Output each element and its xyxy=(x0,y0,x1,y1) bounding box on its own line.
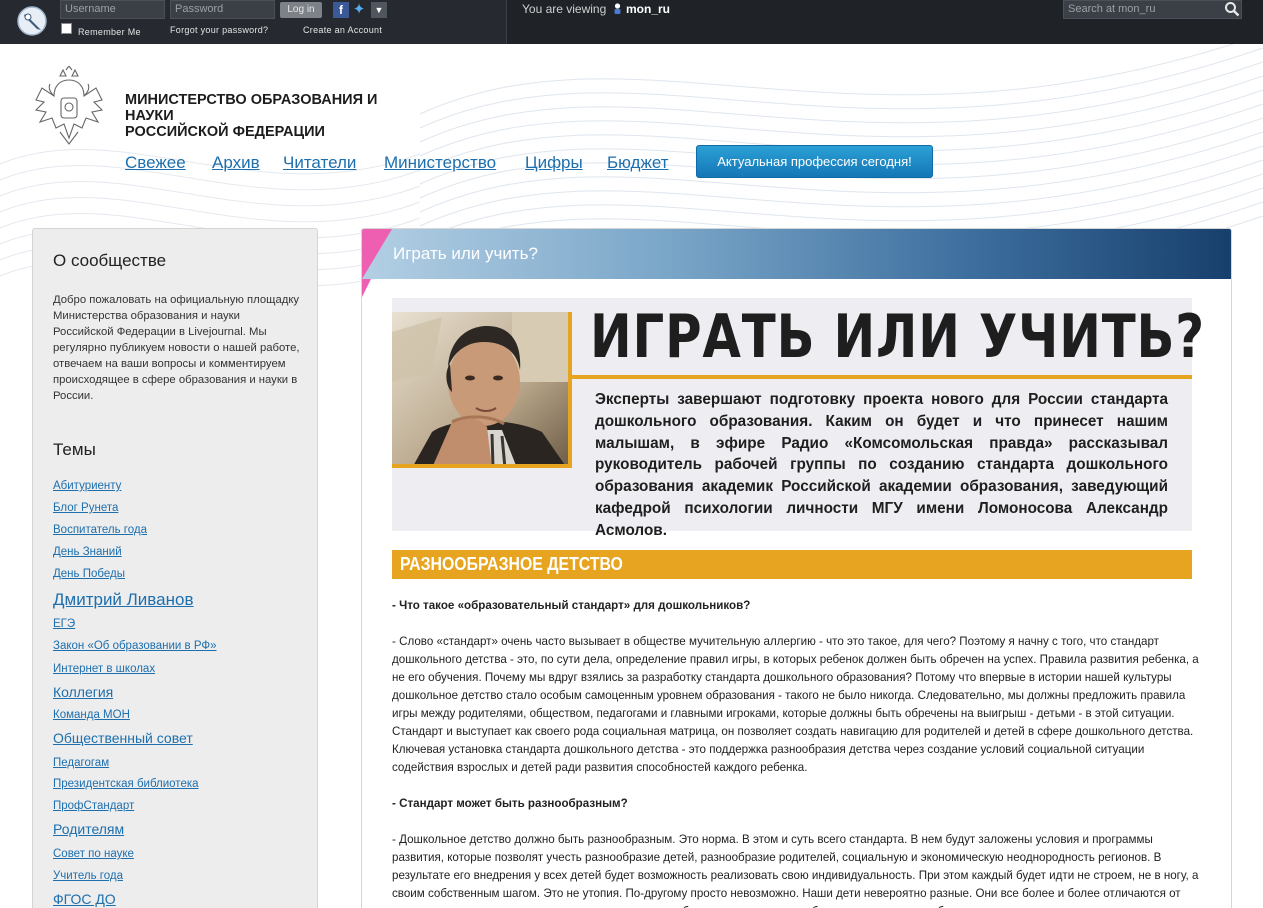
article-title[interactable]: Играть или учить? xyxy=(393,244,538,264)
article-panel: Играть или учить? ИГРАТЬ ИЛИ УЧИТЬ? Эксп… xyxy=(361,228,1232,908)
promo-button[interactable]: Актуальная профессия сегодня! xyxy=(696,145,933,178)
article-lead: Эксперты завершают подготовку проекта но… xyxy=(595,391,1168,539)
login-button[interactable]: Log in xyxy=(280,2,322,18)
create-account-link[interactable]: Create an Account xyxy=(303,25,382,35)
viewing-user[interactable]: mon_ru xyxy=(613,2,670,16)
viewing-text: You are viewing mon_ru xyxy=(522,2,670,16)
nav-fresh[interactable]: Свежее xyxy=(125,153,186,173)
topic-link[interactable]: Педагогам xyxy=(53,757,109,769)
password-input[interactable]: Password xyxy=(170,0,275,19)
remember-label: Remember Me xyxy=(78,27,141,37)
topic-link[interactable]: День Победы xyxy=(53,568,125,580)
article-banner: ИГРАТЬ ИЛИ УЧИТЬ? Эксперты завершают под… xyxy=(392,298,1204,539)
ministry-title[interactable]: МИНИСТЕРСТВО ОБРАЗОВАНИЯ И НАУКИ РОССИЙС… xyxy=(125,92,425,140)
username-input[interactable]: Username xyxy=(60,0,165,19)
background-wave-line xyxy=(0,165,421,191)
user-icon xyxy=(614,3,621,14)
search-input[interactable]: Search at mon_ru xyxy=(1063,0,1242,19)
topic-link[interactable]: Воспитатель года xyxy=(53,524,147,536)
topic-link[interactable]: Учитель года xyxy=(53,870,123,882)
background-wave-line xyxy=(419,61,1263,143)
article-question: - Что такое «образовательный стандарт» д… xyxy=(392,599,751,612)
background-wave-line xyxy=(0,197,421,223)
article-body: - Что такое «образовательный стандарт» д… xyxy=(392,597,1200,908)
article-header: Играть или учить? xyxy=(362,229,1231,279)
topic-link[interactable]: ФГОС ДО xyxy=(53,891,116,907)
background-wave-line xyxy=(419,44,1235,115)
topic-link[interactable]: Общественный совет xyxy=(53,730,193,746)
topic-link[interactable]: Абитуриенту xyxy=(53,480,121,492)
article-answer: - Дошкольное детство должно быть разнооб… xyxy=(392,833,1199,908)
article-answer: - Слово «стандарт» очень часто вызывает … xyxy=(392,635,1199,774)
portrait-image xyxy=(392,312,568,464)
header-accent xyxy=(362,229,392,279)
background-wave-line xyxy=(0,181,421,207)
nav-ministry[interactable]: Министерство xyxy=(384,153,496,173)
forgot-password-link[interactable]: Forgot your password? xyxy=(170,25,268,35)
about-text: Добро пожаловать на официальную площадку… xyxy=(53,294,300,402)
search-icon[interactable] xyxy=(1224,1,1240,17)
topic-link[interactable]: Родителям xyxy=(53,821,124,837)
background-wave-line xyxy=(0,149,421,175)
banner-divider xyxy=(572,375,1192,379)
banner-title: ИГРАТЬ ИЛИ УЧИТЬ? xyxy=(590,302,1206,372)
nav-figures[interactable]: Цифры xyxy=(525,153,583,173)
twitter-icon[interactable]: ✦ xyxy=(351,2,367,18)
nav-readers[interactable]: Читатели xyxy=(283,153,356,173)
section-heading: РАЗНООБРАЗНОЕ ДЕТСТВО xyxy=(392,550,1192,579)
sidebar: О сообществе Добро пожаловать на официал… xyxy=(32,228,318,908)
topic-link[interactable]: Дмитрий Ливанов xyxy=(53,590,193,610)
topic-link[interactable]: Коллегия xyxy=(53,684,113,700)
nav-budget[interactable]: Бюджет xyxy=(607,153,669,173)
topic-link[interactable]: ПрофСтандарт xyxy=(53,800,134,812)
ministry-title-line2: РОССИЙСКОЙ ФЕДЕРАЦИИ xyxy=(125,124,325,140)
ministry-title-line1: МИНИСТЕРСТВО ОБРАЗОВАНИЯ И НАУКИ xyxy=(125,92,378,124)
viewing-username: mon_ru xyxy=(626,2,671,16)
topic-link[interactable]: ЕГЭ xyxy=(53,618,75,630)
topic-link[interactable]: Блог Рунета xyxy=(53,502,118,514)
top-bar: Username Password Log in f ✦ ▼ Remember … xyxy=(0,0,1263,44)
chevron-down-icon[interactable]: ▼ xyxy=(371,2,387,18)
topic-link[interactable]: Команда МОН xyxy=(53,709,130,721)
topic-link[interactable]: Президентская библиотека xyxy=(53,778,199,790)
topic-link[interactable]: Закон «Об образовании в РФ» xyxy=(53,640,217,652)
livejournal-logo-icon[interactable] xyxy=(16,5,48,37)
topic-link[interactable]: Интернет в школах xyxy=(53,663,155,675)
nav-archive[interactable]: Архив xyxy=(212,153,260,173)
coat-of-arms-logo[interactable] xyxy=(30,66,108,148)
about-title: О сообществе xyxy=(53,251,167,270)
author-photo xyxy=(392,312,572,468)
facebook-icon[interactable]: f xyxy=(333,2,349,18)
background-wave-line xyxy=(419,75,1263,157)
viewing-label: You are viewing xyxy=(522,2,607,16)
section-title: РАЗНООБРАЗНОЕ ДЕТСТВО xyxy=(400,554,623,574)
background-wave-line xyxy=(419,47,1263,129)
header-accent-tail xyxy=(362,279,371,297)
article-question: - Стандарт может быть разнообразным? xyxy=(392,797,628,810)
topics-title: Темы xyxy=(53,440,96,459)
topic-link[interactable]: День Знаний xyxy=(53,546,122,558)
remember-checkbox[interactable] xyxy=(61,23,72,34)
topic-link[interactable]: Совет по науке xyxy=(53,848,134,860)
